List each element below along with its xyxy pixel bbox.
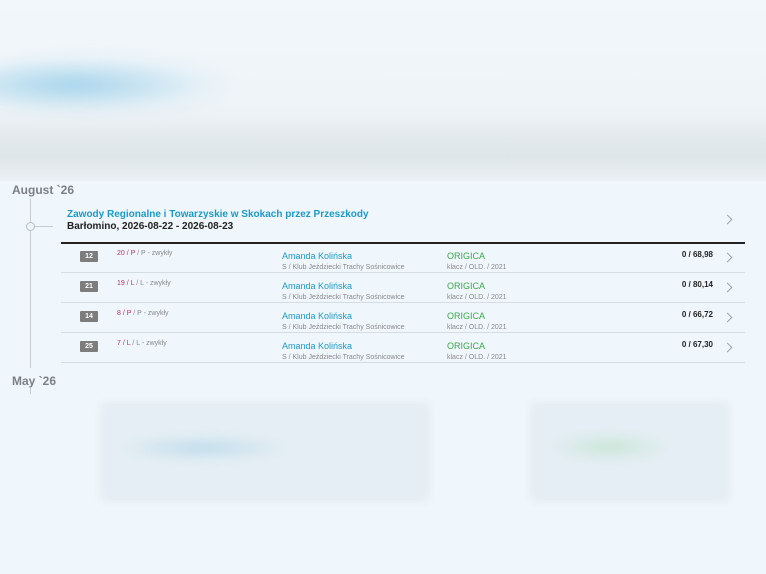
- competition-class: P - zwykły: [137, 310, 169, 317]
- results-timeline: August `26 Zawody Regionalne i Towarzysk…: [0, 181, 766, 394]
- place-badge: 14: [80, 311, 98, 322]
- rider-club: S / Klub Jeździecki Trachy Sośnicowice: [282, 264, 405, 271]
- competition-class: L - zwykły: [140, 280, 171, 287]
- row-chevron-right-icon[interactable]: [722, 342, 733, 353]
- results-list: 12 20 / P / P - zwykły Amanda Kolińska S…: [61, 243, 745, 363]
- result-score: 0 / 67,30: [681, 340, 713, 349]
- blurred-banner-highlight: [0, 55, 230, 115]
- rider-name-link[interactable]: Amanda Kolińska: [282, 251, 352, 261]
- rider-club: S / Klub Jeździecki Trachy Sośnicowice: [282, 324, 405, 331]
- result-row-1[interactable]: 12 20 / P / P - zwykły Amanda Kolińska S…: [61, 243, 745, 273]
- result-score: 0 / 80,14: [681, 280, 713, 289]
- row-chevron-right-icon[interactable]: [722, 312, 733, 323]
- blurred-highlight-blue: [118, 434, 288, 462]
- rider-club: S / Klub Jeździecki Trachy Sośnicowice: [282, 354, 405, 361]
- month-header-may: May `26: [12, 374, 57, 388]
- result-row-2[interactable]: 21 19 / L / L - zwykły Amanda Kolińska S…: [61, 273, 745, 303]
- blurred-banner-shade: [0, 120, 766, 181]
- competition-info: 19 / L / L - zwykły: [117, 280, 171, 287]
- horse-info: klacz / OLD. / 2021: [447, 294, 507, 301]
- blurred-footer-content: [0, 394, 766, 574]
- competition-class: P - zwykły: [141, 250, 173, 257]
- competition-class: L - zwykły: [136, 340, 167, 347]
- result-row-3[interactable]: 14 8 / P / P - zwykły Amanda Kolińska S …: [61, 303, 745, 333]
- rider-name-link[interactable]: Amanda Kolińska: [282, 341, 352, 351]
- blurred-highlight-green: [550, 432, 670, 462]
- event-location-dates: Barłomino, 2026-08-22 - 2026-08-23: [67, 221, 234, 232]
- place-badge: 12: [80, 251, 98, 262]
- event-chevron-right-icon[interactable]: [722, 214, 733, 225]
- row-chevron-right-icon[interactable]: [722, 282, 733, 293]
- competition-number: 20: [117, 250, 125, 257]
- horse-info: klacz / OLD. / 2021: [447, 324, 507, 331]
- event-title[interactable]: Zawody Regionalne i Towarzyskie w Skokac…: [67, 209, 369, 220]
- result-row-4[interactable]: 25 7 / L / L - zwykły Amanda Kolińska S …: [61, 333, 745, 363]
- competition-info: 7 / L / L - zwykły: [117, 340, 167, 347]
- row-chevron-right-icon[interactable]: [722, 252, 733, 263]
- month-header-august: August `26: [12, 183, 75, 197]
- horse-name-link[interactable]: ORIGICA: [447, 251, 485, 261]
- horse-name-link[interactable]: ORIGICA: [447, 341, 485, 351]
- competition-info: 20 / P / P - zwykły: [117, 250, 173, 257]
- horse-info: klacz / OLD. / 2021: [447, 354, 507, 361]
- horse-name-link[interactable]: ORIGICA: [447, 281, 485, 291]
- blurred-header-banner: [0, 0, 766, 181]
- horse-name-link[interactable]: ORIGICA: [447, 311, 485, 321]
- rider-name-link[interactable]: Amanda Kolińska: [282, 311, 352, 321]
- place-badge: 21: [80, 281, 98, 292]
- competition-info: 8 / P / P - zwykły: [117, 310, 169, 317]
- timeline-branch: [35, 226, 53, 227]
- result-score: 0 / 68,98: [681, 250, 713, 259]
- place-badge: 25: [80, 341, 98, 352]
- competition-number: 19: [117, 280, 125, 287]
- rider-club: S / Klub Jeździecki Trachy Sośnicowice: [282, 294, 405, 301]
- result-score: 0 / 66,72: [681, 310, 713, 319]
- rider-name-link[interactable]: Amanda Kolińska: [282, 281, 352, 291]
- horse-info: klacz / OLD. / 2021: [447, 264, 507, 271]
- timeline-line-lower: [30, 230, 31, 368]
